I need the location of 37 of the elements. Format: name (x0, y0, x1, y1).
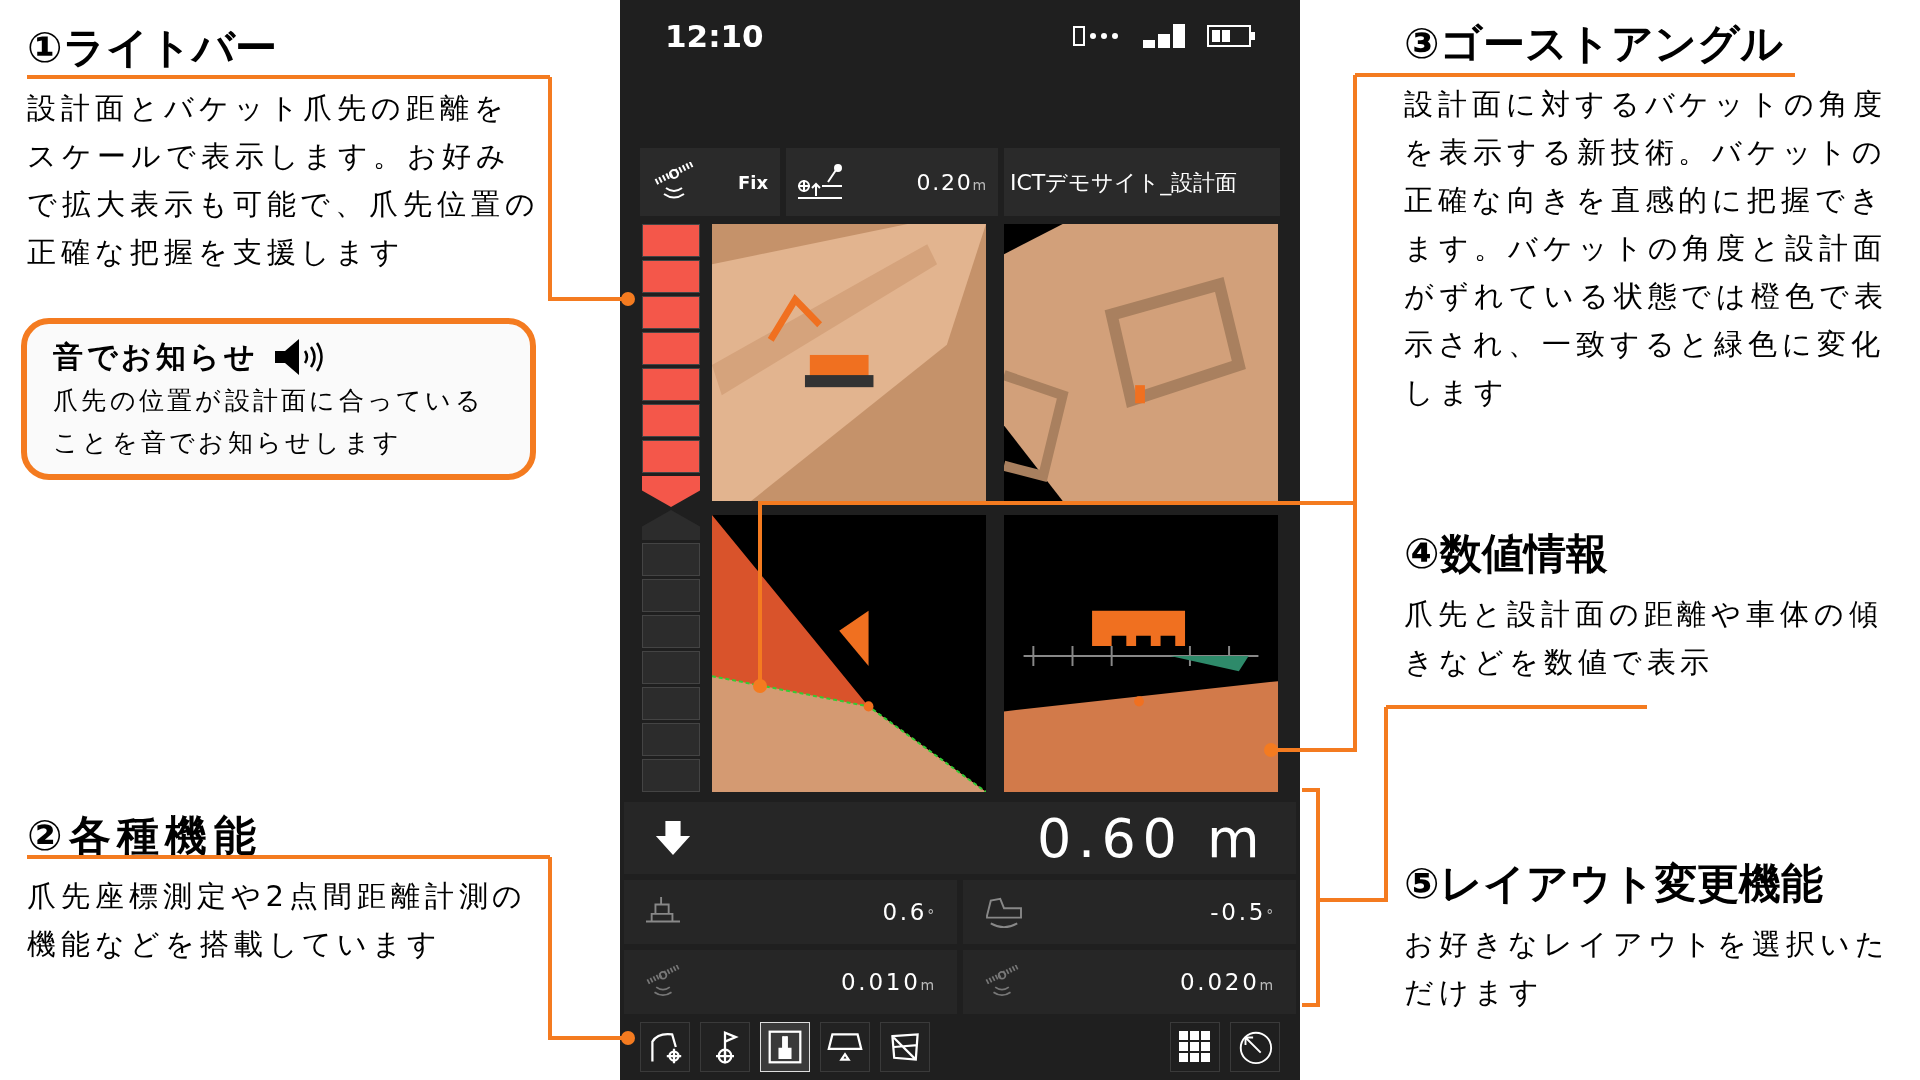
sound-notice-text: 爪先の位置が設計面に合っていることを音でお知らせします (53, 385, 485, 459)
tool-button[interactable] (820, 1022, 870, 1072)
clock-time: 12:10 (665, 16, 764, 56)
satellite-icon (644, 965, 682, 999)
speaker-icon (272, 337, 323, 377)
tool-button[interactable] (640, 1022, 690, 1072)
down-arrow-icon (654, 819, 692, 857)
annotation-text: 爪先座標測定や2点間距離計測の機能などを搭載しています (27, 878, 529, 963)
distance-value: 0.60 m (1037, 805, 1266, 872)
grid-icon (1179, 1031, 1211, 1063)
reading-value: 0.6° (882, 897, 937, 927)
annotation-text: お好きなレイアウトを選択いただけます (1404, 926, 1892, 1011)
sound-notice-title: 音でお知らせ (53, 338, 259, 376)
compass-button[interactable] (1230, 1022, 1280, 1072)
annotation-title: ①ライトバー (27, 22, 278, 74)
satellite-icon (983, 965, 1021, 999)
annotation-text: 設計面とバケット爪先の距離をスケールで表示します。お好みで拡大表示も可能で、爪先位置の正確な把握を支援します (27, 90, 541, 271)
height-offset-value: 0.20 m (916, 168, 988, 197)
annotation-title: ③ゴーストアングル (1404, 18, 1784, 70)
annotation-title: ④数値情報 (1404, 528, 1609, 580)
reading-value: -0.5° (1210, 897, 1276, 927)
layout-grid-button[interactable] (1170, 1022, 1220, 1072)
bucket-tip-icon (767, 1029, 803, 1065)
signal-icon (1143, 24, 1185, 48)
annotation-text: 設計面に対するバケットの角度を表示する新技術。バケットの正確な向きを直感的に把握できます。バケットの角度と設計面がずれている状態では橙色で表示され、一致すると緑色に変化します (1404, 86, 1890, 411)
tool-button[interactable] (700, 1022, 750, 1072)
notification-dots-icon (1073, 25, 1121, 47)
annotation-title: ⑤レイアウト変更機能 (1404, 858, 1824, 910)
annotation-title: ②各種機能 (27, 810, 264, 862)
annotation-text: 爪先と設計面の距離や車体の傾きなどを数値で表示 (1404, 596, 1885, 681)
excavator-pitch-icon (983, 895, 1025, 929)
gnss-fix-status: Fix (737, 170, 768, 195)
battery-icon (1207, 24, 1255, 48)
reading-value: 0.010 m (840, 967, 937, 997)
design-surface-name: ICTデモサイト_設計面 (1004, 148, 1280, 216)
reading-value: 0.020 m (1179, 967, 1276, 997)
tool-button[interactable] (880, 1022, 930, 1072)
